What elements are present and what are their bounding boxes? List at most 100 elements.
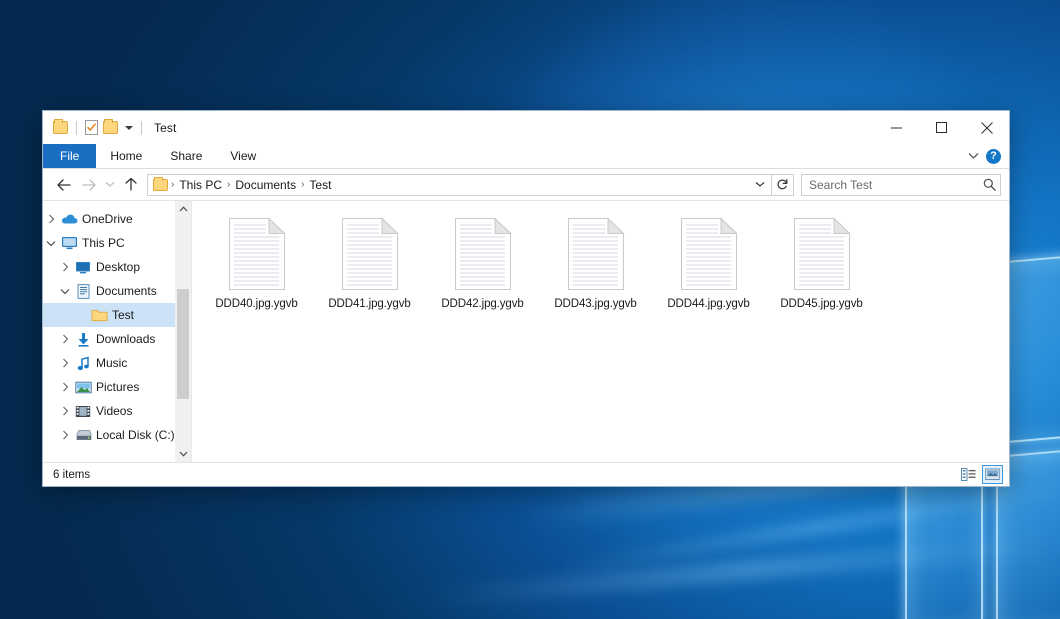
file-item[interactable]: DDD41.jpg.ygvb	[313, 211, 426, 314]
sidebar-item-label: Local Disk (C:)	[93, 428, 175, 442]
tab-file[interactable]: File	[43, 144, 96, 168]
cloud-icon	[59, 213, 79, 225]
generic-document-icon	[453, 217, 513, 291]
status-bar: 6 items	[43, 462, 1009, 486]
document-icon	[73, 284, 93, 299]
desktop-icon	[73, 261, 93, 274]
breadcrumb-item-test[interactable]: Test	[305, 178, 335, 192]
scroll-down-button[interactable]	[175, 446, 191, 462]
sidebar-item-label: This PC	[79, 236, 125, 250]
chevron-down-icon[interactable]	[57, 288, 73, 295]
sidebar-item-pictures[interactable]: Pictures	[43, 375, 191, 399]
properties-icon[interactable]	[85, 120, 98, 135]
folder-icon	[89, 308, 109, 322]
chevron-right-icon[interactable]	[57, 406, 73, 416]
sidebar-item-label: Pictures	[93, 380, 139, 394]
generic-document-icon	[227, 217, 287, 291]
tab-view[interactable]: View	[216, 144, 270, 168]
file-item[interactable]: DDD42.jpg.ygvb	[426, 211, 539, 314]
sidebar-item-label: Desktop	[93, 260, 140, 274]
sidebar-item-this-pc[interactable]: This PC	[43, 231, 191, 255]
sidebar-item-label: Documents	[93, 284, 157, 298]
search-box[interactable]	[801, 174, 1001, 196]
new-folder-icon[interactable]	[103, 121, 118, 134]
file-name-label: DDD45.jpg.ygvb	[780, 298, 862, 310]
file-name-label: DDD43.jpg.ygvb	[554, 298, 636, 310]
file-explorer-window: Test File Home Share View	[42, 110, 1010, 487]
tab-share[interactable]: Share	[156, 144, 216, 168]
search-input[interactable]	[809, 178, 983, 192]
generic-document-icon	[340, 217, 400, 291]
breadcrumb-item-this-pc[interactable]: This PC	[175, 178, 226, 192]
sidebar-item-desktop[interactable]: Desktop	[43, 255, 191, 279]
chevron-down-icon[interactable]	[125, 126, 133, 130]
forward-button[interactable]	[76, 172, 101, 197]
chevron-right-icon[interactable]	[57, 358, 73, 368]
chevron-right-icon[interactable]	[57, 430, 73, 440]
generic-document-icon	[566, 217, 626, 291]
close-button[interactable]	[964, 111, 1009, 144]
sidebar-item-downloads[interactable]: Downloads	[43, 327, 191, 351]
view-buttons	[958, 465, 1003, 484]
toolbar-divider	[141, 121, 142, 135]
explorer-body: OneDrive This PC	[43, 200, 1009, 462]
generic-document-icon	[792, 217, 852, 291]
file-item[interactable]: DDD45.jpg.ygvb	[765, 211, 878, 314]
breadcrumb[interactable]: › This PC › Documents › Test	[147, 174, 772, 196]
picture-icon	[73, 381, 93, 394]
details-view-button[interactable]	[958, 465, 979, 484]
sidebar-item-onedrive[interactable]: OneDrive	[43, 207, 191, 231]
music-icon	[73, 356, 93, 371]
sidebar-item-test[interactable]: Test	[43, 303, 191, 327]
refresh-button[interactable]	[772, 174, 794, 196]
caption-buttons	[874, 111, 1009, 144]
search-icon[interactable]	[983, 178, 996, 191]
file-name-label: DDD40.jpg.ygvb	[215, 298, 297, 310]
title-bar: Test	[43, 111, 1009, 144]
chevron-right-icon[interactable]	[43, 214, 59, 224]
sidebar-item-label: Test	[109, 308, 134, 322]
chevron-down-icon[interactable]	[43, 240, 59, 247]
file-item[interactable]: DDD43.jpg.ygvb	[539, 211, 652, 314]
download-icon	[73, 332, 93, 347]
navigation-pane: OneDrive This PC	[43, 201, 191, 462]
file-grid: DDD40.jpg.ygvb	[192, 201, 1009, 314]
toolbar-divider	[76, 121, 77, 135]
sidebar-item-music[interactable]: Music	[43, 351, 191, 375]
file-name-label: DDD42.jpg.ygvb	[441, 298, 523, 310]
chevron-down-icon[interactable]	[962, 152, 984, 160]
generic-document-icon	[679, 217, 739, 291]
chevron-right-icon[interactable]	[57, 262, 73, 272]
quick-access-toolbar	[53, 120, 145, 135]
tab-home[interactable]: Home	[96, 144, 156, 168]
file-name-label: DDD44.jpg.ygvb	[667, 298, 749, 310]
file-list-view[interactable]: DDD40.jpg.ygvb	[191, 201, 1009, 462]
ribbon-tab-strip: File Home Share View ?	[43, 144, 1009, 169]
file-item[interactable]: DDD44.jpg.ygvb	[652, 211, 765, 314]
recent-locations-button[interactable]	[101, 172, 118, 197]
navigation-pane-scrollbar[interactable]	[175, 201, 191, 462]
breadcrumb-item-documents[interactable]: Documents	[231, 178, 300, 192]
minimize-button[interactable]	[874, 111, 919, 144]
chevron-down-icon[interactable]	[751, 181, 769, 188]
ribbon-controls: ?	[962, 144, 1009, 168]
scroll-up-button[interactable]	[175, 201, 191, 217]
large-icons-view-button[interactable]	[982, 465, 1003, 484]
help-icon[interactable]: ?	[986, 149, 1001, 164]
scrollbar-thumb[interactable]	[177, 289, 189, 399]
desktop: Test File Home Share View	[0, 0, 1060, 619]
sidebar-item-label: Videos	[93, 404, 132, 418]
chevron-right-icon[interactable]	[57, 382, 73, 392]
video-icon	[73, 405, 93, 418]
sidebar-item-local-disk-c[interactable]: Local Disk (C:)	[43, 423, 191, 447]
window-title: Test	[154, 121, 176, 135]
up-button[interactable]	[118, 172, 143, 197]
file-item[interactable]: DDD40.jpg.ygvb	[200, 211, 313, 314]
sidebar-item-label: Music	[93, 356, 127, 370]
maximize-button[interactable]	[919, 111, 964, 144]
sidebar-item-documents[interactable]: Documents	[43, 279, 191, 303]
chevron-right-icon[interactable]	[57, 334, 73, 344]
back-button[interactable]	[51, 172, 76, 197]
sidebar-item-videos[interactable]: Videos	[43, 399, 191, 423]
folder-icon[interactable]	[53, 121, 68, 134]
